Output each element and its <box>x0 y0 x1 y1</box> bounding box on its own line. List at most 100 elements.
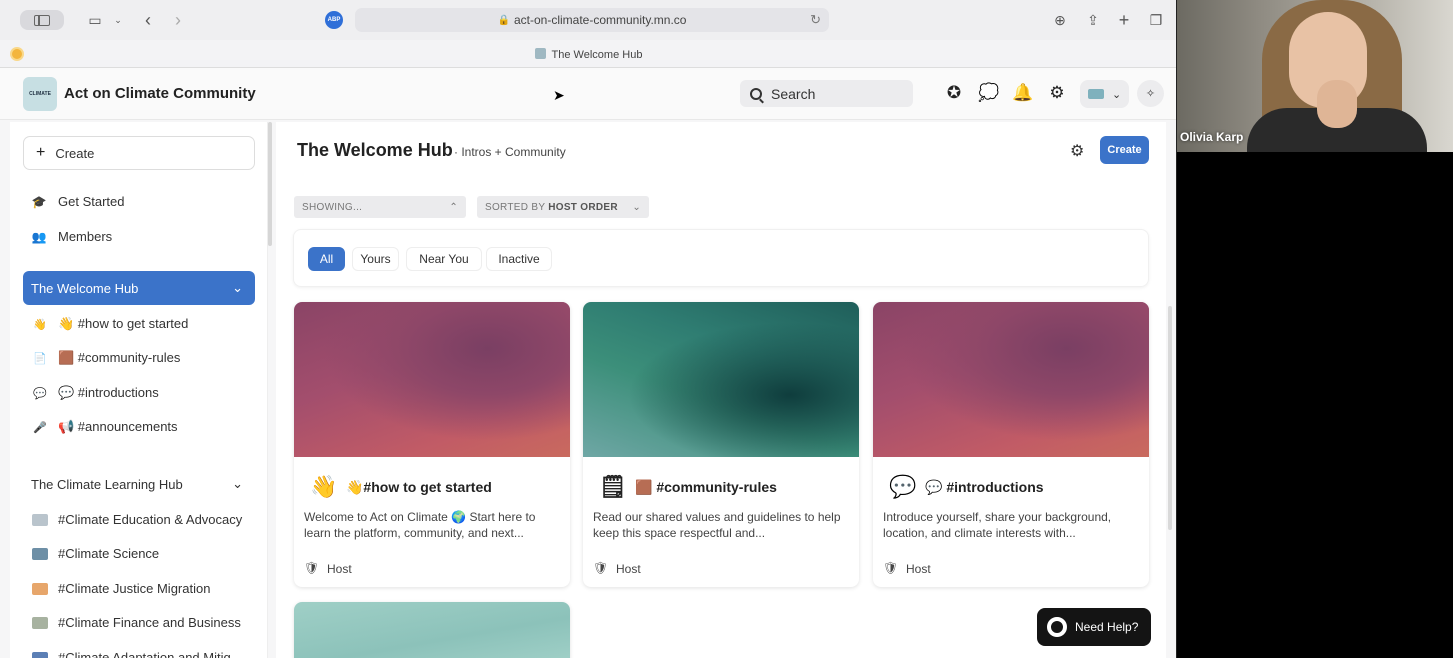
address-bar[interactable]: 🔒 act-on-climate-community.mn.co ↻ <box>355 8 829 32</box>
lifebuoy-icon <box>1047 617 1067 637</box>
search-icon <box>750 87 762 100</box>
section-climate-learning-hub[interactable]: The Climate Learning Hub ⌄ <box>23 467 255 501</box>
browser-window: ▭ ⌄ ‹ › ABP 🔒 act-on-climate-community.m… <box>0 0 1177 658</box>
channel-label: #Climate Science <box>58 546 160 561</box>
filter-all[interactable]: All <box>308 247 345 271</box>
channel-label: 🟫 #community-rules <box>58 350 181 365</box>
search-input[interactable]: Search <box>740 80 913 107</box>
community-logo[interactable]: CLIMATE <box>23 77 57 111</box>
channel-climate-adaptation[interactable]: #Climate Adaptation and Mitig <box>32 650 231 658</box>
plus-icon: + <box>36 144 46 161</box>
channel-how-to-get-started[interactable]: 👋 👋 #how to get started <box>32 316 188 332</box>
chat-icon[interactable]: 💭 <box>978 83 999 103</box>
sidebar-icon <box>34 14 50 26</box>
filter-inactive[interactable]: Inactive <box>486 247 552 271</box>
need-help-button[interactable]: Need Help? <box>1037 608 1151 646</box>
adblock-extension-icon[interactable]: ABP <box>325 11 343 29</box>
participant-name: Olivia Karp <box>1180 130 1244 144</box>
channel-climate-education[interactable]: #Climate Education & Advocacy <box>32 512 242 527</box>
chevron-down-icon: ⌄ <box>1112 88 1122 101</box>
card-banner <box>294 602 570 658</box>
channel-climate-science[interactable]: #Climate Science <box>32 546 159 561</box>
star-badge-icon[interactable]: ✪ <box>944 83 964 103</box>
card-title-text: 🟫 #community-rules <box>635 478 777 495</box>
channel-card[interactable]: 🗒 🟫 #community-rules Read our shared val… <box>583 302 859 587</box>
sidebar-item-label: Members <box>58 229 113 244</box>
channel-announcements[interactable]: 🎤 📢 #announcements <box>32 419 177 435</box>
browser-toolbar: ▭ ⌄ ‹ › ABP 🔒 act-on-climate-community.m… <box>0 0 1176 40</box>
settings-gear-icon[interactable]: ⚙ <box>1047 83 1067 103</box>
people-icon: 👥 <box>31 229 47 244</box>
need-help-label: Need Help? <box>1075 620 1139 634</box>
community-name[interactable]: Act on Climate Community <box>64 85 256 102</box>
speech-bubble-icon: 💬 <box>33 387 47 400</box>
profile-menu-button[interactable]: ⌄ <box>1080 80 1129 108</box>
channel-introductions[interactable]: 💬 💬 #introductions <box>32 385 159 401</box>
notepad-icon: 📄 <box>33 352 47 365</box>
reload-icon[interactable]: ↻ <box>810 12 821 28</box>
create-label: Create <box>55 145 95 161</box>
sidebar-create-button[interactable]: + Create <box>23 136 255 170</box>
showing-dropdown[interactable]: SHOWING... ⌃ <box>294 196 466 218</box>
channel-card[interactable] <box>294 602 570 658</box>
sidebar-item-get-started[interactable]: 🎓 Get Started <box>31 194 125 209</box>
tab-strip: The Welcome Hub <box>0 40 1176 68</box>
back-button[interactable]: ‹ <box>140 10 156 30</box>
card-host: 🛡 Host <box>593 561 641 576</box>
card-title: 🗒 🟫 #community-rules <box>599 474 777 500</box>
channel-label: #Climate Education & Advocacy <box>58 512 243 527</box>
channel-thumbnail-icon <box>32 547 48 560</box>
tab-overview-icon[interactable]: ❐ <box>1146 10 1166 30</box>
card-host: 🛡 Host <box>304 561 352 576</box>
channel-label: #Climate Finance and Business <box>58 615 241 630</box>
card-title: 💬 💬 #introductions <box>889 474 1044 500</box>
channel-climate-justice[interactable]: #Climate Justice Migration <box>32 581 210 596</box>
chevron-down-icon: ⌄ <box>232 280 243 295</box>
channel-card[interactable]: 👋 👋#how to get started Welcome to Act on… <box>294 302 570 587</box>
chevron-down-icon[interactable]: ⌄ <box>112 10 124 30</box>
share-icon[interactable]: ⇪ <box>1083 10 1103 30</box>
shield-icon: 🛡 <box>593 561 609 575</box>
page-subtitle: · Intros + Community <box>454 145 566 159</box>
space-settings-gear-icon[interactable]: ⚙ <box>1070 141 1084 161</box>
section-label: The Climate Learning Hub <box>31 476 183 492</box>
showing-label: SHOWING... <box>302 201 363 213</box>
sidebar: + Create 🎓 Get Started 👥 Members The Wel… <box>10 122 268 658</box>
section-label: The Welcome Hub <box>31 280 139 296</box>
bell-icon[interactable]: 🔔 <box>1012 83 1033 103</box>
main-scrollbar[interactable] <box>1168 306 1172 530</box>
mouse-cursor-icon: ➤ <box>553 87 565 103</box>
notepad-icon: 🗒 <box>599 474 627 499</box>
section-welcome-hub[interactable]: The Welcome Hub ⌄ <box>23 271 255 305</box>
chevron-up-icon: ⌃ <box>449 201 458 213</box>
card-host: 🛡 Host <box>883 561 931 576</box>
main-content: The Welcome Hub · Intros + Community ⚙ C… <box>276 122 1166 658</box>
filter-near-you[interactable]: Near You <box>406 247 482 271</box>
channel-climate-finance[interactable]: #Climate Finance and Business <box>32 615 241 630</box>
active-tab[interactable]: The Welcome Hub <box>0 48 1176 61</box>
download-icon[interactable]: ⊕ <box>1050 10 1070 30</box>
card-banner <box>583 302 859 457</box>
channel-card[interactable]: 💬 💬 #introductions Introduce yourself, s… <box>873 302 1149 587</box>
page-title: The Welcome Hub <box>297 140 453 160</box>
channel-community-rules[interactable]: 📄 🟫 #community-rules <box>32 350 180 366</box>
card-description: Introduce yourself, share your backgroun… <box>883 510 1112 540</box>
forward-button[interactable]: › <box>170 10 186 30</box>
card-banner <box>294 302 570 457</box>
card-title-text: 💬 #introductions <box>925 478 1044 495</box>
card-description: Read our shared values and guidelines to… <box>593 510 841 540</box>
sidebar-layout-icon[interactable]: ▭ <box>86 10 104 30</box>
host-label: Host <box>327 561 352 576</box>
card-description: Welcome to Act on Climate 🌍 Start here t… <box>304 510 536 540</box>
ai-sparkle-icon[interactable]: ✧ <box>1137 80 1164 107</box>
new-tab-icon[interactable]: + <box>1114 10 1134 30</box>
chevron-down-icon: ⌄ <box>232 476 243 491</box>
sort-dropdown[interactable]: SORTED BY HOST ORDER ⌄ <box>477 196 649 218</box>
sidebar-toggle-button[interactable] <box>20 10 64 30</box>
create-post-button[interactable]: Create <box>1100 136 1149 164</box>
filter-yours[interactable]: Yours <box>352 247 399 271</box>
card-title-text: 👋#how to get started <box>346 478 492 495</box>
sidebar-item-members[interactable]: 👥 Members <box>31 229 113 244</box>
sidebar-scrollbar[interactable] <box>268 122 272 246</box>
tab-title: The Welcome Hub <box>551 49 643 61</box>
